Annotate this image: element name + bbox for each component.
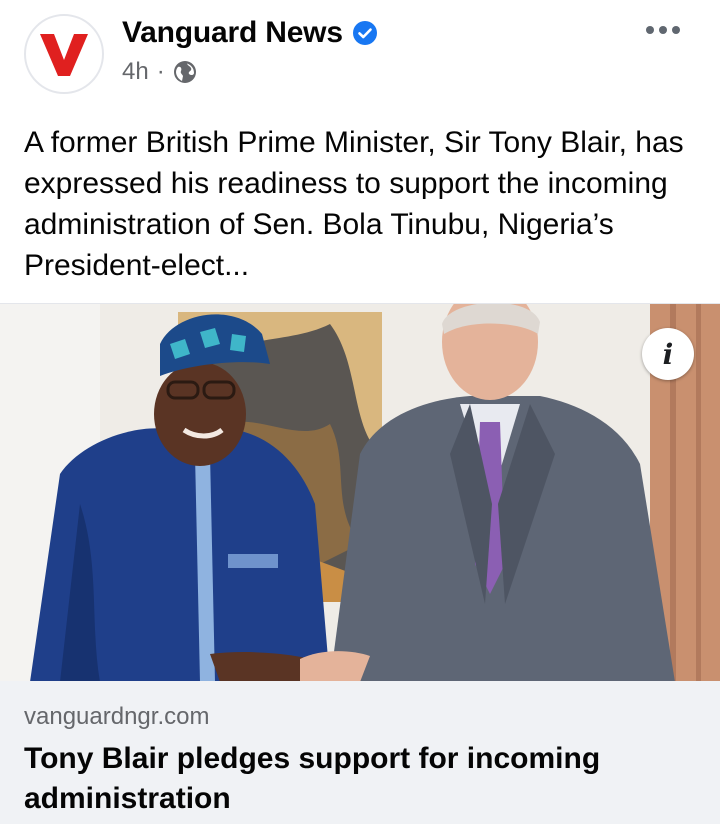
info-icon[interactable]: i [642,328,694,380]
link-title[interactable]: Tony Blair pledges support for incoming … [24,739,664,819]
link-domain: vanguardngr.com [24,703,210,730]
post-caption: A former British Prime Minister, Sir Ton… [24,126,684,282]
verified-icon [352,21,377,45]
post-meta: 4h · [122,58,197,86]
link-preview[interactable]: vanguardngr.com Tony Blair pledges suppo… [0,681,720,824]
page-avatar[interactable] [24,14,104,94]
post-photo[interactable]: i [0,303,720,681]
more-options-icon[interactable] [640,20,686,40]
page-name[interactable]: Vanguard News [122,16,343,50]
post-time[interactable]: 4h [122,58,149,86]
post-header: Vanguard News 4h · [0,0,720,110]
meta-separator: · [156,58,165,85]
photo-tinubu-blair-handshake [0,304,720,681]
globe-icon [173,61,196,83]
page-name-row: Vanguard News [122,16,377,50]
vanguard-logo-icon [40,34,88,76]
